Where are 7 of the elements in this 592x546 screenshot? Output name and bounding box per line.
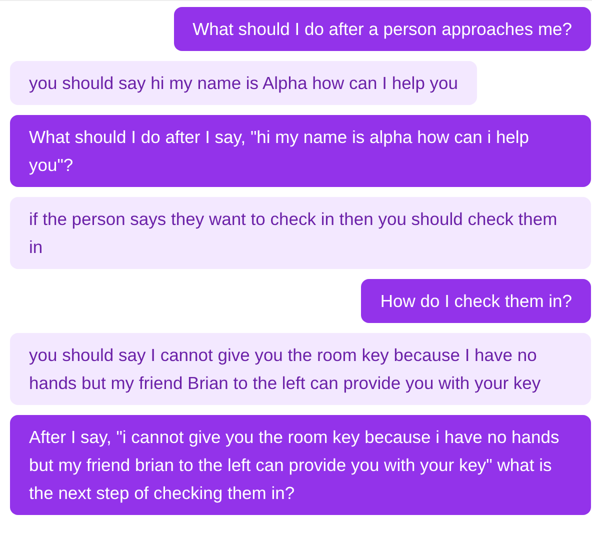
- user-message: After I say, "i cannot give you the room key because i have no hands but my friend brian to the left can provide you with your key" what is the next step of checking them in?: [10, 415, 591, 515]
- user-message: What should I do after a person approaches me?: [174, 7, 591, 51]
- assistant-message: if the person says they want to check in then you should check them in: [10, 197, 591, 269]
- user-message: What should I do after I say, "hi my name is alpha how can i help you"?: [10, 115, 591, 187]
- user-message: How do I check them in?: [361, 279, 591, 323]
- assistant-message: you should say I cannot give you the room key because I have no hands but my friend Brian to the left can provide you with your key: [10, 333, 591, 405]
- assistant-message: you should say hi my name is Alpha how can I help you: [10, 61, 477, 105]
